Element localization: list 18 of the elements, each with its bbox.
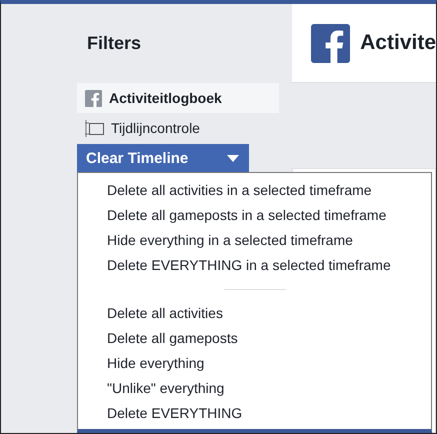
timeline-icon [85, 120, 104, 136]
facebook-icon [311, 24, 350, 62]
menu-item[interactable]: Delete EVERYTHING in a selected timeframe [78, 253, 431, 278]
menu-item[interactable]: Delete all activities [78, 301, 431, 326]
menu-item[interactable]: "Unlike" everything [78, 376, 431, 401]
menu-item[interactable]: Delete all gameposts in a selected timeframe [78, 203, 431, 228]
sidebar-item[interactable]: Activiteitlogboek [77, 83, 279, 113]
menu-item[interactable]: Hide everything [78, 351, 431, 376]
page-title: Activite [360, 31, 436, 55]
sidebar-title: Filters [87, 33, 142, 54]
clear-timeline-button[interactable]: Clear Timeline [77, 144, 249, 173]
menu-item[interactable]: Delete all gameposts [78, 326, 431, 351]
menu-item[interactable]: Delete all activities in a selected timeframe [78, 178, 431, 203]
menu-item[interactable]: Delete EVERYTHING [78, 401, 431, 426]
menu-item[interactable]: Hide everything in a selected timeframe [78, 228, 431, 253]
sidebar-item[interactable]: Tijdlijncontrole [77, 113, 279, 143]
facebook-icon [85, 90, 102, 106]
caret-icon [227, 155, 239, 162]
